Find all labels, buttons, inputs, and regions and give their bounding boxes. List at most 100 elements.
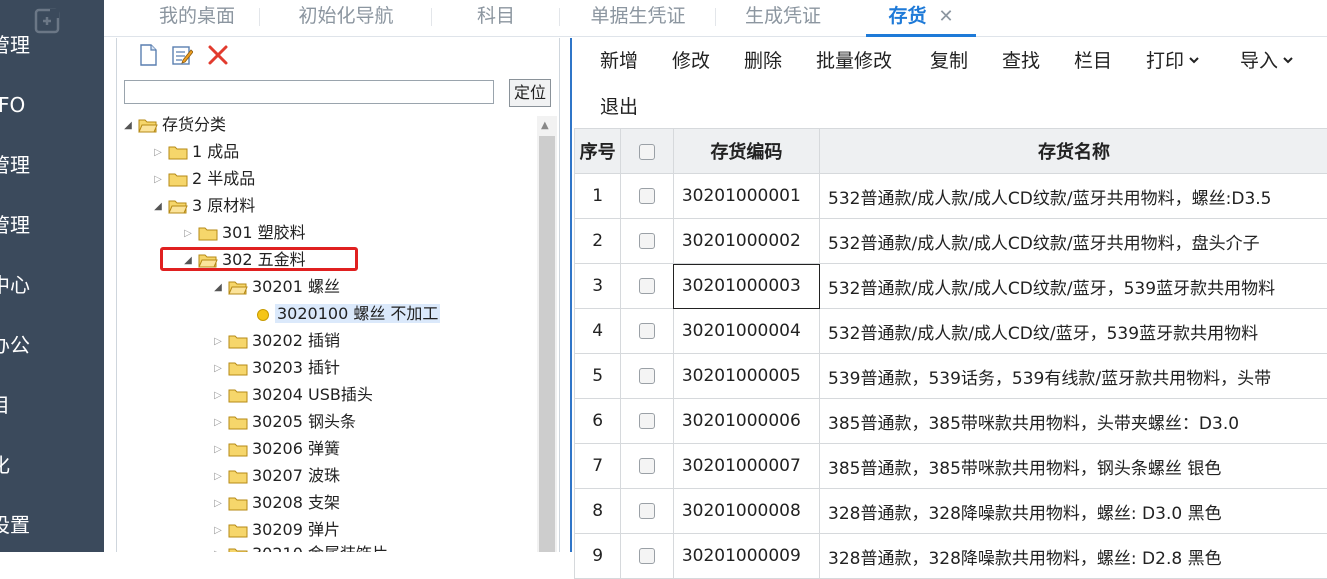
collapsed-arrow-icon[interactable]: ▷	[211, 491, 225, 517]
tree-node[interactable]: ▷1 成品	[151, 139, 239, 165]
table-row[interactable]: 9 30201000009 328普通款，328降噪款共用物料，螺丝: D2.8…	[575, 534, 1327, 579]
print-button[interactable]: 打印	[1146, 46, 1200, 76]
edit-document-icon[interactable]	[171, 44, 193, 66]
tab-gen-voucher[interactable]: 生成凭证	[716, 0, 850, 34]
inventory-code-cell[interactable]: 30201000006	[673, 399, 819, 444]
column-header-code[interactable]: 存货编码	[673, 129, 819, 174]
inventory-name-cell[interactable]: 385普通款，385带咪款共用物料，钢头条螺丝 银色	[820, 444, 1327, 489]
tree-node-selected[interactable]: 3020100 螺丝 不加工	[253, 301, 440, 327]
expanded-arrow-icon[interactable]: ◢	[121, 113, 135, 139]
tree-node[interactable]: ◢3 原材料	[151, 193, 255, 219]
collapsed-arrow-icon[interactable]: ▷	[211, 383, 225, 409]
tree-search-input[interactable]	[124, 80, 494, 104]
collapsed-arrow-icon[interactable]: ▷	[211, 329, 225, 355]
locate-button[interactable]: 定位	[509, 79, 551, 107]
delete-button[interactable]: 删除	[744, 46, 782, 76]
exit-button[interactable]: 退出	[600, 92, 638, 122]
table-row[interactable]: 4 30201000004 532普通款/成人款/成人CD纹/蓝牙，539蓝牙款…	[575, 309, 1327, 354]
column-header-select[interactable]	[621, 129, 674, 174]
tree-node[interactable]: ▷2 半成品	[151, 166, 255, 192]
collapsed-arrow-icon[interactable]: ▷	[151, 140, 165, 166]
row-checkbox[interactable]	[639, 413, 655, 429]
tab-inventory[interactable]: 存货✕	[866, 0, 976, 37]
collapsed-arrow-icon[interactable]: ▷	[151, 167, 165, 193]
collapsed-arrow-icon[interactable]: ▷	[211, 542, 225, 553]
add-button[interactable]: 新增	[600, 46, 638, 76]
row-checkbox[interactable]	[639, 188, 655, 204]
nav-item-5[interactable]: 中心	[0, 270, 104, 300]
nav-item-8[interactable]: 化	[0, 450, 104, 480]
nav-item-9[interactable]: 设置	[0, 510, 104, 540]
tree-node[interactable]: ▷30202 插销	[211, 328, 340, 354]
column-header-no[interactable]: 序号	[575, 129, 621, 174]
find-button[interactable]: 查找	[1002, 46, 1040, 76]
table-row[interactable]: 5 30201000005 539普通款，539话务，539有线款/蓝牙款共用物…	[575, 354, 1327, 399]
collapsed-arrow-icon[interactable]: ▷	[211, 356, 225, 382]
tree-node[interactable]: ▷30205 钢头条	[211, 409, 356, 435]
inventory-name-cell[interactable]: 532普通款/成人款/成人CD纹款/蓝牙，539蓝牙款共用物料	[820, 264, 1327, 309]
table-row[interactable]: 6 30201000006 385普通款，385带咪款共用物料，头带夹螺丝：D3…	[575, 399, 1327, 444]
tree-node[interactable]: ▷30207 波珠	[211, 463, 340, 489]
inventory-code-cell[interactable]: 30201000009	[673, 534, 819, 579]
tab-desktop[interactable]: 我的桌面	[134, 0, 260, 34]
inventory-code-cell[interactable]: 30201000002	[673, 219, 819, 264]
row-checkbox[interactable]	[639, 323, 655, 339]
copy-button[interactable]: 复制	[930, 46, 968, 76]
tree-node[interactable]: ▷30203 插针	[211, 355, 340, 381]
table-row[interactable]: 8 30201000008 328普通款，328降噪款共用物料，螺丝: D3.0…	[575, 489, 1327, 534]
tab-accounts[interactable]: 科目	[432, 0, 560, 34]
tab-doc-voucher[interactable]: 单据生凭证	[560, 0, 716, 34]
new-document-icon[interactable]	[137, 44, 159, 66]
delete-icon[interactable]	[207, 44, 229, 66]
table-row[interactable]: 2 30201000002 532普通款/成人款/成人CD纹款/蓝牙共用物料，盘…	[575, 219, 1327, 264]
collapsed-arrow-icon[interactable]: ▷	[181, 221, 195, 247]
inventory-name-cell[interactable]: 532普通款/成人款/成人CD纹款/蓝牙共用物料，盘头介子	[820, 219, 1327, 264]
table-row[interactable]: 3 30201000003 532普通款/成人款/成人CD纹款/蓝牙，539蓝牙…	[575, 264, 1327, 309]
inventory-code-cell[interactable]: 30201000005	[673, 354, 819, 399]
row-checkbox[interactable]	[639, 548, 655, 564]
inventory-name-cell[interactable]: 532普通款/成人款/成人CD纹款/蓝牙共用物料，螺丝:D3.5	[820, 174, 1327, 219]
nav-item-7[interactable]: 目	[0, 390, 104, 420]
table-row[interactable]: 1 30201000001 532普通款/成人款/成人CD纹款/蓝牙共用物料，螺…	[575, 174, 1327, 219]
collapsed-arrow-icon[interactable]: ▷	[211, 410, 225, 436]
inventory-code-cell[interactable]: 30201000008	[673, 489, 819, 534]
tree-node[interactable]: ▷30204 USB插头	[211, 382, 373, 408]
expanded-arrow-icon[interactable]: ◢	[211, 275, 225, 301]
row-checkbox[interactable]	[639, 233, 655, 249]
collapsed-arrow-icon[interactable]: ▷	[211, 464, 225, 490]
tree-node[interactable]: ▷30206 弹簧	[211, 436, 340, 462]
inventory-code-cell[interactable]: 30201000004	[673, 309, 819, 354]
tree-node[interactable]: ◢存货分类	[121, 112, 226, 138]
batch-edit-button[interactable]: 批量修改	[816, 46, 892, 76]
nav-item-2[interactable]: FO	[0, 90, 104, 120]
inventory-name-cell[interactable]: 328普通款，328降噪款共用物料，螺丝: D3.0 黑色	[820, 489, 1327, 534]
column-header-name[interactable]: 存货名称	[820, 129, 1327, 174]
collapsed-arrow-icon[interactable]: ▷	[211, 437, 225, 463]
nav-item-4[interactable]: 管理	[0, 210, 104, 240]
inventory-name-cell[interactable]: 328普通款，328降噪款共用物料，螺丝: D2.8 黑色	[820, 534, 1327, 579]
tree-node[interactable]: ▷30209 弹片	[211, 517, 340, 543]
columns-button[interactable]: 栏目	[1074, 46, 1112, 76]
inventory-code-cell[interactable]: 30201000001	[673, 174, 819, 219]
row-checkbox[interactable]	[639, 503, 655, 519]
tree-node[interactable]: ▷30208 支架	[211, 490, 340, 516]
table-row[interactable]: 7 30201000007 385普通款，385带咪款共用物料，钢头条螺丝 银色	[575, 444, 1327, 489]
collapsed-arrow-icon[interactable]: ▷	[211, 518, 225, 544]
scrollbar-thumb[interactable]	[539, 136, 555, 552]
select-all-checkbox[interactable]	[639, 144, 655, 160]
nav-item-6[interactable]: 办公	[0, 330, 104, 360]
scroll-up-icon[interactable]: ▲	[541, 120, 549, 131]
expanded-arrow-icon[interactable]: ◢	[151, 194, 165, 220]
nav-item-1[interactable]: 管理	[0, 30, 104, 60]
tree-node[interactable]: ▷30210 金属装饰片	[211, 541, 388, 552]
row-checkbox[interactable]	[639, 278, 655, 294]
inventory-name-cell[interactable]: 385普通款，385带咪款共用物料，头带夹螺丝：D3.0	[820, 399, 1327, 444]
inventory-code-cell-focused[interactable]: 30201000003	[673, 264, 819, 309]
close-icon[interactable]: ✕	[938, 6, 953, 27]
inventory-name-cell[interactable]: 532普通款/成人款/成人CD纹/蓝牙，539蓝牙款共用物料	[820, 309, 1327, 354]
inventory-code-cell[interactable]: 30201000007	[673, 444, 819, 489]
tree-node[interactable]: ◢30201 螺丝	[211, 274, 340, 300]
inventory-name-cell[interactable]: 539普通款，539话务，539有线款/蓝牙款共用物料，头带	[820, 354, 1327, 399]
nav-item-3[interactable]: 管理	[0, 150, 104, 180]
row-checkbox[interactable]	[639, 368, 655, 384]
